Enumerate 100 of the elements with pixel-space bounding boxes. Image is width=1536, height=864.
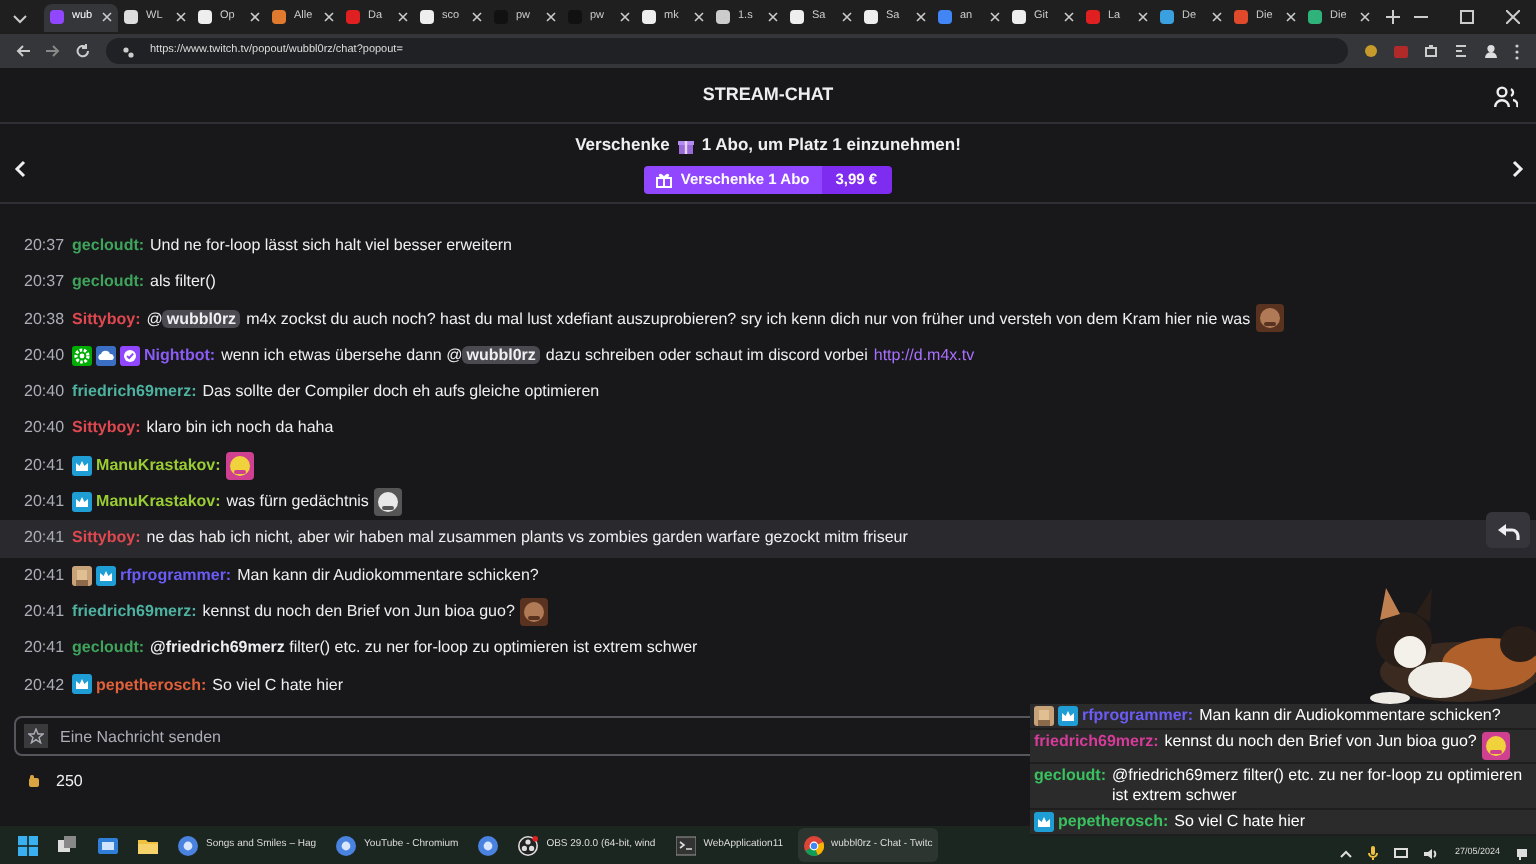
mention-tag[interactable]: wubbl0rz <box>462 345 540 364</box>
widgets-icon[interactable] <box>98 835 118 855</box>
close-icon[interactable] <box>472 12 482 22</box>
crown-badge-icon <box>72 455 93 476</box>
timestamp: 20:41 <box>24 528 65 547</box>
obs-icon <box>518 835 539 855</box>
username[interactable]: friedrich69merz: <box>72 382 197 401</box>
timestamp: 20:40 <box>24 382 65 401</box>
windows-start-icon[interactable] <box>18 835 38 855</box>
emote-icon <box>1256 304 1285 333</box>
crown-badge-icon <box>72 674 93 695</box>
close-icon[interactable] <box>916 12 926 22</box>
chevron-up-icon[interactable] <box>1340 849 1353 857</box>
close-icon[interactable] <box>842 12 852 22</box>
users-icon[interactable] <box>1494 86 1518 108</box>
chevron-left-icon[interactable] <box>14 160 26 178</box>
close-icon[interactable] <box>1286 12 1296 22</box>
browser-icon <box>336 835 357 855</box>
banner-text: 1 Abo, um Platz 1 einzunehmen! <box>701 132 961 158</box>
site-info-icon[interactable] <box>122 45 134 57</box>
avatar-badge-icon <box>1034 706 1054 726</box>
message-text: Man kann dir Audiokommentare schicken? <box>237 565 539 584</box>
emote-icon <box>1482 732 1511 760</box>
reply-button[interactable] <box>1486 512 1530 549</box>
chrome-icon <box>803 835 824 855</box>
username[interactable]: pepetherosch: <box>1058 812 1169 832</box>
close-icon[interactable] <box>546 12 556 22</box>
gift-icon <box>656 171 673 188</box>
mention-tag[interactable]: wubbl0rz <box>162 309 241 328</box>
crown-badge-icon <box>1058 706 1078 726</box>
username[interactable]: ManuKrastakov: <box>96 492 221 511</box>
minimize-icon[interactable] <box>1414 10 1428 24</box>
extension-icon[interactable] <box>1364 44 1378 58</box>
task-view-icon[interactable] <box>58 835 78 855</box>
back-icon[interactable] <box>16 44 30 58</box>
crown-badge-icon <box>96 565 117 586</box>
close-icon[interactable] <box>250 12 260 22</box>
maximize-icon[interactable] <box>1460 10 1474 24</box>
close-icon[interactable] <box>620 12 630 22</box>
browser-icon[interactable] <box>478 835 499 855</box>
tab-search-icon[interactable] <box>12 9 28 25</box>
username[interactable]: gecloudt: <box>72 638 145 657</box>
message-text: kennst du noch den Brief von Jun bioa guo? <box>202 601 515 620</box>
username[interactable]: Nightbot: <box>144 345 216 364</box>
profile-icon[interactable] <box>1484 44 1498 58</box>
timestamp: 20:40 <box>24 345 65 364</box>
notification-icon[interactable] <box>1516 847 1528 859</box>
username[interactable]: gecloudt: <box>72 272 145 291</box>
channel-points-icon[interactable] <box>28 774 40 788</box>
volume-icon[interactable] <box>1424 847 1439 859</box>
close-icon[interactable] <box>1212 12 1222 22</box>
username[interactable]: gecloudt: <box>1034 766 1106 786</box>
close-icon[interactable] <box>1138 12 1148 22</box>
message-text: wenn ich etwas übersehe dann @ <box>221 345 463 364</box>
username[interactable]: Sittyboy: <box>72 309 141 328</box>
network-icon[interactable] <box>1394 847 1409 859</box>
message-text: dazu schreiben oder schaut im discord vorbei <box>545 345 868 364</box>
close-icon[interactable] <box>694 12 704 22</box>
message-text: klaro bin ich noch da haha <box>146 418 334 437</box>
menu-icon[interactable] <box>1514 43 1520 59</box>
link[interactable]: http://d.m4x.tv <box>873 345 975 364</box>
username[interactable]: pepetherosch: <box>96 675 207 694</box>
close-icon[interactable] <box>324 12 334 22</box>
username[interactable]: ManuKrastakov: <box>96 455 221 474</box>
new-tab-icon[interactable] <box>1386 10 1400 24</box>
folder-icon[interactable] <box>138 835 158 855</box>
close-icon[interactable] <box>768 12 778 22</box>
chevron-right-icon[interactable] <box>1512 160 1524 178</box>
message-text: @friedrich69merz filter() etc. zu ner for-loop zu optimieren ist extrem schwer <box>150 638 698 657</box>
sidebar-icon[interactable] <box>1454 44 1468 58</box>
close-icon[interactable] <box>398 12 408 22</box>
close-icon[interactable] <box>1506 10 1520 24</box>
username[interactable]: rfprogrammer: <box>120 565 232 584</box>
forward-icon[interactable] <box>46 44 60 58</box>
timestamp: 20:40 <box>24 418 65 437</box>
check-badge-icon <box>120 345 141 366</box>
gear-badge-icon <box>72 345 93 366</box>
close-icon[interactable] <box>176 12 186 22</box>
emote-icon <box>374 487 403 516</box>
banner-text: Verschenke <box>575 132 670 158</box>
browser-icon <box>178 835 198 855</box>
emote-picker-button[interactable] <box>24 724 48 748</box>
message-text: So viel C hate hier <box>212 675 344 694</box>
message-text: als filter() <box>150 272 216 291</box>
timestamp: 20:37 <box>24 236 65 254</box>
close-icon[interactable] <box>1360 12 1370 22</box>
message-text: m4x zockst du auch noch? hast du mal lust xdefiant auszuprobieren? sry ich kenn dich nur von früher und versteh von dem Kram hier nie was <box>246 309 1251 328</box>
reply-icon <box>1496 521 1520 540</box>
terminal-icon <box>675 835 696 855</box>
username[interactable]: friedrich69merz: <box>72 601 197 620</box>
username[interactable]: Sittyboy: <box>72 418 141 437</box>
reload-icon[interactable] <box>76 44 90 58</box>
close-icon[interactable] <box>990 12 1000 22</box>
microphone-icon[interactable] <box>1368 846 1379 860</box>
username[interactable]: gecloudt: <box>72 236 145 254</box>
emote-icon <box>226 451 255 480</box>
message-text: @friedrich69merz filter() etc. zu ner for-loop zu optimieren ist extrem schwer <box>1112 766 1525 806</box>
close-icon[interactable] <box>1064 12 1074 22</box>
username[interactable]: Sittyboy: <box>72 528 141 547</box>
close-icon[interactable] <box>102 12 112 22</box>
